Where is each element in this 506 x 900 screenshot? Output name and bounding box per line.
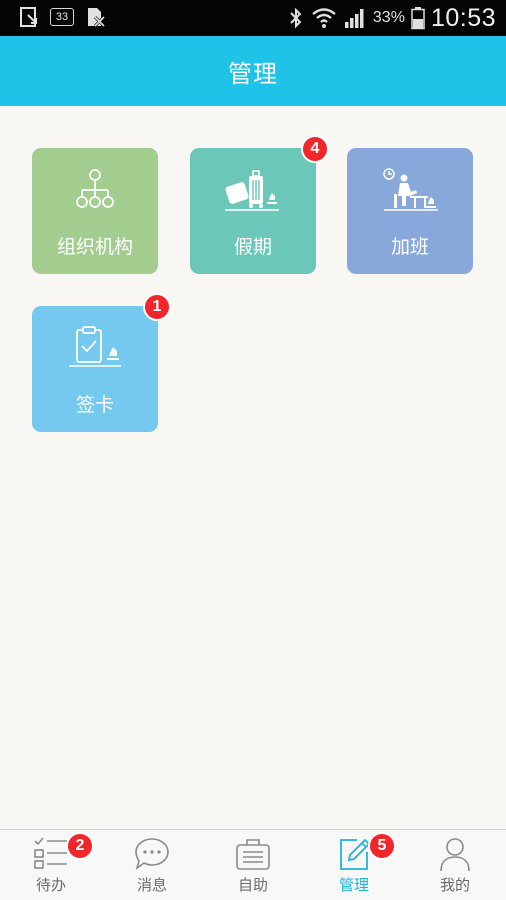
notification-badge: 2 [66, 832, 94, 860]
notification-badge: 5 [368, 832, 396, 860]
notification-badge: 1 [143, 293, 171, 321]
chat-bubble-icon [135, 838, 169, 870]
tab-label: 待办 [35, 876, 66, 894]
tile-overtime[interactable]: 加班 [347, 148, 473, 274]
tab-mine[interactable]: 我的 [405, 830, 505, 900]
notification-badge: 4 [301, 135, 329, 163]
page-title: 管理 [228, 59, 278, 88]
status-right-icons: 33% 10:53 [287, 0, 496, 36]
tab-label: 自助 [237, 876, 268, 894]
briefcase-icon [236, 839, 270, 870]
tab-label: 管理 [338, 876, 369, 894]
tile-label: 组织机构 [56, 236, 133, 258]
tab-todo[interactable]: 待办 2 [1, 830, 101, 900]
tile-vacation[interactable]: 假期 4 [190, 135, 329, 274]
clipboard-check-icon [69, 326, 121, 367]
tile-org-structure[interactable]: 组织机构 [32, 148, 158, 274]
tab-management[interactable]: 管理 5 [304, 830, 404, 900]
sim-missing-icon [88, 8, 106, 28]
todo-list-icon [34, 837, 67, 869]
status-left-icons: 33 [18, 6, 106, 28]
edit-icon [340, 838, 371, 870]
tab-messages[interactable]: 消息 [102, 830, 202, 900]
battery-percent: 33% [372, 9, 405, 26]
bottom-tab-bar: 待办 2 消息 自助 管理 5 我的 [0, 829, 506, 900]
tab-self-service[interactable]: 自助 [203, 830, 303, 900]
tab-label: 消息 [136, 876, 167, 894]
tile-label: 假期 [233, 236, 272, 258]
org-chart-icon [76, 169, 114, 208]
app-header: 管理 [0, 36, 506, 106]
status-bar: 33 33% 10:53 [0, 0, 506, 36]
signal-icon [344, 9, 364, 28]
wifi-icon [312, 8, 336, 28]
bluetooth-icon [290, 7, 302, 29]
person-icon [440, 838, 470, 872]
clock: 10:53 [430, 3, 496, 32]
download-notification-icon [20, 7, 37, 27]
desk-worker-icon [383, 168, 438, 211]
tile-label: 加班 [390, 236, 429, 258]
tile-label: 签卡 [75, 394, 114, 416]
luggage-icon [225, 170, 279, 211]
notification-count-icon: 33 [50, 8, 74, 26]
battery-icon [411, 7, 425, 30]
tab-label: 我的 [439, 876, 470, 894]
tile-sign-in[interactable]: 签卡 1 [32, 293, 171, 432]
